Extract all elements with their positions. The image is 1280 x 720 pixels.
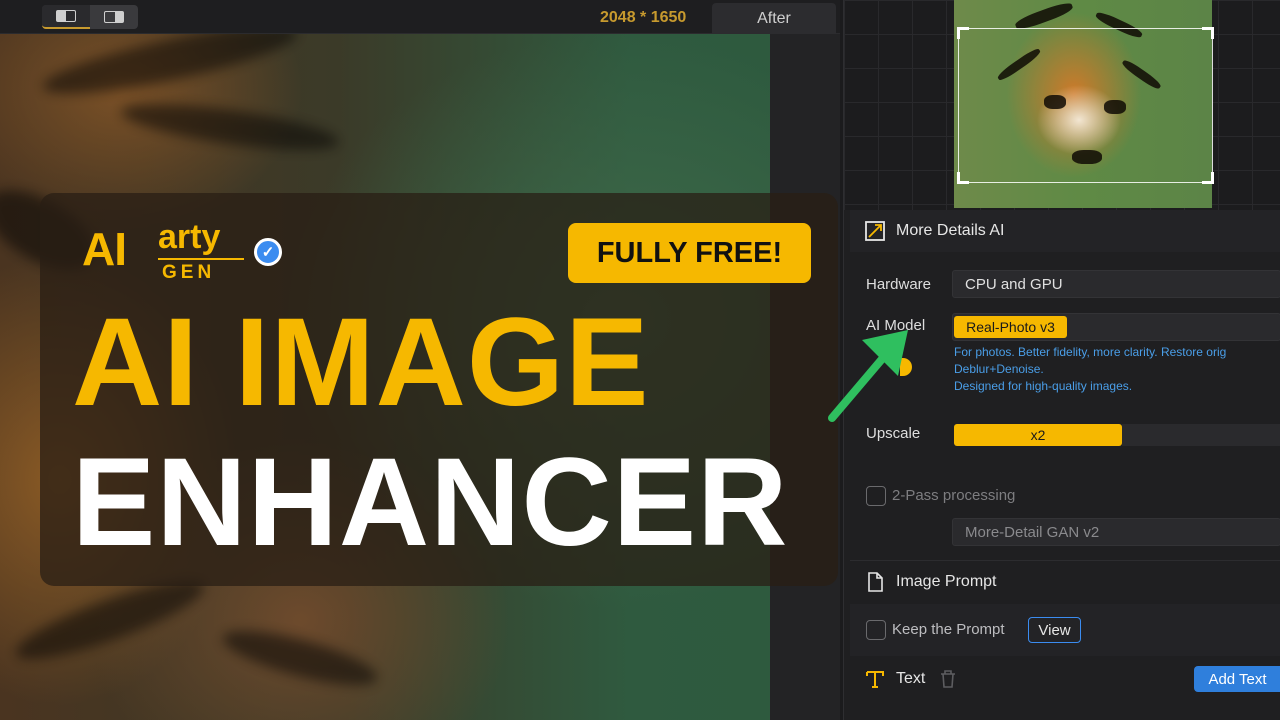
split-view-icon	[104, 11, 124, 23]
section-title: Text	[896, 670, 926, 687]
logo-arty-text: arty	[158, 218, 221, 256]
split-view-button[interactable]	[90, 5, 138, 29]
add-text-button[interactable]: Add Text	[1194, 666, 1280, 692]
section-more-details[interactable]: More Details AI	[850, 210, 1280, 252]
verified-badge-icon: ✓	[254, 238, 282, 266]
document-icon	[864, 571, 886, 593]
view-prompt-button[interactable]: View	[1028, 617, 1081, 643]
hardware-label: Hardware	[866, 276, 932, 293]
tiger-stripe	[118, 94, 342, 160]
canvas-toolbar: 2048 * 1650 After	[0, 0, 840, 34]
view-mode-toggle	[42, 5, 138, 29]
hardware-select[interactable]: CPU and GPU	[952, 270, 1280, 298]
section-title: More Details AI	[896, 222, 1005, 239]
crop-frame[interactable]	[957, 27, 1214, 184]
upscale-x2-option[interactable]: x2	[954, 424, 1122, 446]
ai-model-description: For photos. Better fidelity, more clarit…	[954, 344, 1280, 395]
description-line: For photos. Better fidelity, more clarit…	[954, 345, 1227, 359]
description-line: Deblur+Denoise.	[954, 362, 1044, 376]
navigator-preview	[844, 0, 1280, 210]
single-view-icon	[56, 10, 76, 22]
enhance-icon	[864, 220, 886, 242]
crop-handle[interactable]	[1202, 172, 1214, 184]
single-view-button[interactable]	[42, 5, 90, 29]
fully-free-badge: FULLY FREE!	[568, 223, 811, 283]
keep-prompt-label: Keep the Prompt	[892, 621, 1005, 638]
upscale-label: Upscale	[866, 425, 921, 442]
two-pass-label: 2-Pass processing	[892, 487, 1016, 504]
trash-icon[interactable]	[939, 669, 957, 689]
logo-divider	[158, 258, 244, 260]
headline-ai-image: AI IMAGE	[72, 293, 650, 432]
logo-gen-text: GEN	[162, 262, 216, 283]
keep-prompt-checkbox[interactable]	[866, 620, 886, 640]
logo-ai-text: AI	[82, 223, 127, 275]
tab-after[interactable]: After	[712, 3, 836, 34]
aiarty-logo: AI arty GEN ✓	[82, 218, 292, 288]
description-line: Designed for high-quality images.	[954, 379, 1133, 393]
upscale-slider-track[interactable]	[1122, 424, 1280, 446]
two-pass-checkbox[interactable]	[866, 486, 886, 506]
text-tool-icon	[864, 668, 886, 690]
crop-handle[interactable]	[957, 27, 969, 39]
crop-handle[interactable]	[957, 172, 969, 184]
crop-handle[interactable]	[1202, 27, 1214, 39]
two-pass-model-select[interactable]: More-Detail GAN v2	[952, 518, 1280, 546]
green-arrow-icon	[828, 330, 908, 422]
tiger-stripe	[218, 619, 382, 697]
section-image-prompt[interactable]: Image Prompt	[850, 561, 1280, 603]
headline-enhancer: ENHANCER	[72, 433, 789, 572]
image-resolution: 2048 * 1650	[600, 9, 687, 26]
section-title: Image Prompt	[896, 573, 997, 590]
ai-model-chip[interactable]: Real-Photo v3	[954, 316, 1067, 338]
